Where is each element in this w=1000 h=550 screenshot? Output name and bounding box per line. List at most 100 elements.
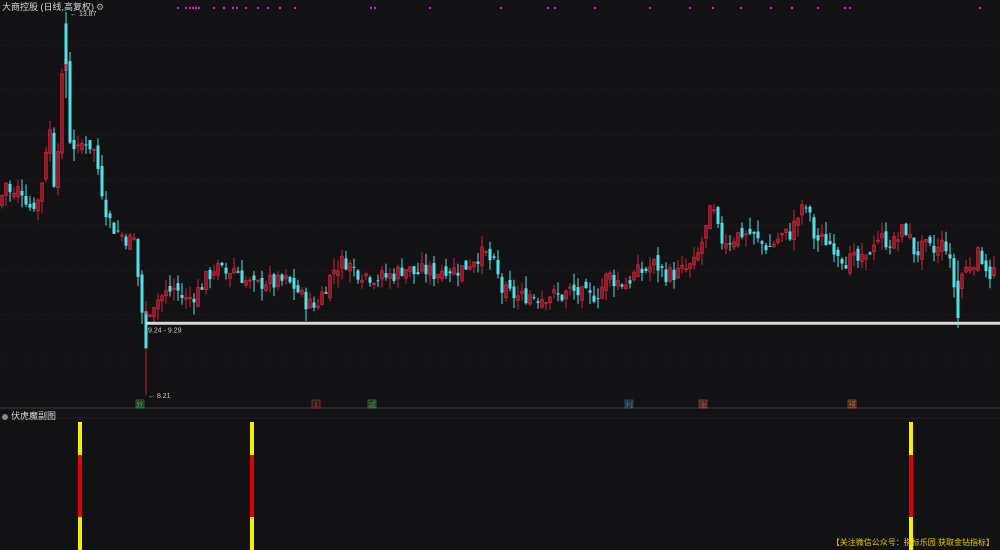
signal-bar-bottom <box>250 517 254 550</box>
candle-down <box>224 267 228 274</box>
candle-down <box>356 270 360 280</box>
candle-down <box>888 246 892 248</box>
signal-bar-mid <box>78 455 82 517</box>
event-dot <box>499 6 503 10</box>
event-dot <box>593 6 597 10</box>
candle-down <box>592 295 596 302</box>
signal-bar-mid <box>250 455 254 517</box>
candle-down <box>764 245 768 251</box>
candle-down <box>952 258 956 288</box>
event-marker-label: 1 <box>314 402 318 409</box>
candle-down <box>768 246 772 248</box>
candle-down <box>292 277 296 289</box>
event-dot <box>266 6 270 10</box>
event-dot <box>711 6 715 10</box>
event-dot <box>184 6 188 10</box>
candle-down <box>488 248 492 261</box>
signal-bar-top <box>909 422 913 455</box>
event-dot <box>648 6 652 10</box>
candle-down <box>532 297 536 299</box>
low-price-label: ← 8.21 <box>148 393 171 400</box>
event-dot <box>256 6 260 10</box>
candle-down <box>928 236 932 244</box>
candle-down <box>832 243 836 255</box>
candle-down <box>252 275 256 281</box>
candle-down <box>392 273 396 281</box>
candle-down <box>804 207 808 209</box>
event-dot <box>553 6 557 10</box>
candle-down <box>304 291 308 310</box>
candle-down <box>68 61 72 143</box>
candle-down <box>576 287 580 296</box>
event-marker-label: 预 <box>849 400 856 409</box>
candle-down <box>944 241 948 252</box>
candle-down <box>884 231 888 248</box>
candle-down <box>644 268 648 272</box>
candle-down <box>84 144 88 146</box>
candle-down <box>500 276 504 293</box>
candle-down <box>200 287 204 290</box>
support-line <box>146 321 1000 325</box>
settings-icon[interactable]: ⚙ <box>96 2 104 13</box>
candle-down <box>20 190 24 196</box>
candle-down <box>664 269 668 282</box>
event-marker-label: 减 <box>369 400 376 409</box>
candle-down <box>756 231 760 239</box>
event-dot <box>231 6 235 10</box>
candle-down <box>464 260 468 270</box>
candle-down <box>536 301 540 303</box>
candle-down <box>424 264 428 275</box>
candle-down <box>844 265 848 269</box>
indicator-icon <box>2 413 8 420</box>
event-dot <box>790 6 794 10</box>
event-dot <box>769 6 773 10</box>
candle-down <box>296 285 300 293</box>
candle-down <box>716 207 720 224</box>
candle-down <box>412 266 416 275</box>
event-dot <box>978 6 982 10</box>
candle-down <box>988 266 992 279</box>
candle-down <box>8 183 12 193</box>
candle-down <box>980 250 984 265</box>
candle-down <box>176 283 180 291</box>
event-dot <box>235 6 239 10</box>
candle-down <box>840 258 844 264</box>
candle-down <box>456 272 460 276</box>
candle-down <box>748 228 752 234</box>
signal-bar-bottom <box>78 517 82 550</box>
candle-down <box>856 248 860 261</box>
candle-down <box>236 271 240 273</box>
candle-down <box>836 249 840 257</box>
candle-down <box>448 271 452 274</box>
candle-down <box>492 256 496 258</box>
event-marker-label: 涨 <box>700 400 707 409</box>
event-marker-label: 利 <box>626 400 633 409</box>
candle-down <box>728 243 732 245</box>
candle-down <box>344 258 348 270</box>
event-dot <box>688 6 692 10</box>
candle-down <box>824 234 828 246</box>
candle-down <box>612 274 616 287</box>
candle-down <box>88 140 92 150</box>
candle-down <box>556 293 560 295</box>
candle-down <box>288 276 292 283</box>
candle-down <box>444 266 448 276</box>
event-dot <box>176 6 180 10</box>
event-dot <box>848 6 852 10</box>
candle-down <box>760 241 764 244</box>
event-dot <box>197 6 201 10</box>
event-dot <box>191 6 195 10</box>
candle-down <box>720 222 724 244</box>
candle-down <box>140 274 144 313</box>
candle-down <box>948 254 952 259</box>
candle-down <box>168 286 172 292</box>
candle-down <box>584 281 588 289</box>
candle-down <box>640 268 644 273</box>
candle-down <box>96 145 100 170</box>
candle-down <box>312 302 316 308</box>
candle-down <box>656 255 660 271</box>
signal-bar-top <box>250 422 254 455</box>
candle-down <box>984 260 988 272</box>
stock-chart[interactable]: ← 13.87← 8.219.24 - 9.29跌 1 减利涨预 <box>0 0 1000 550</box>
candle-down <box>904 223 908 236</box>
